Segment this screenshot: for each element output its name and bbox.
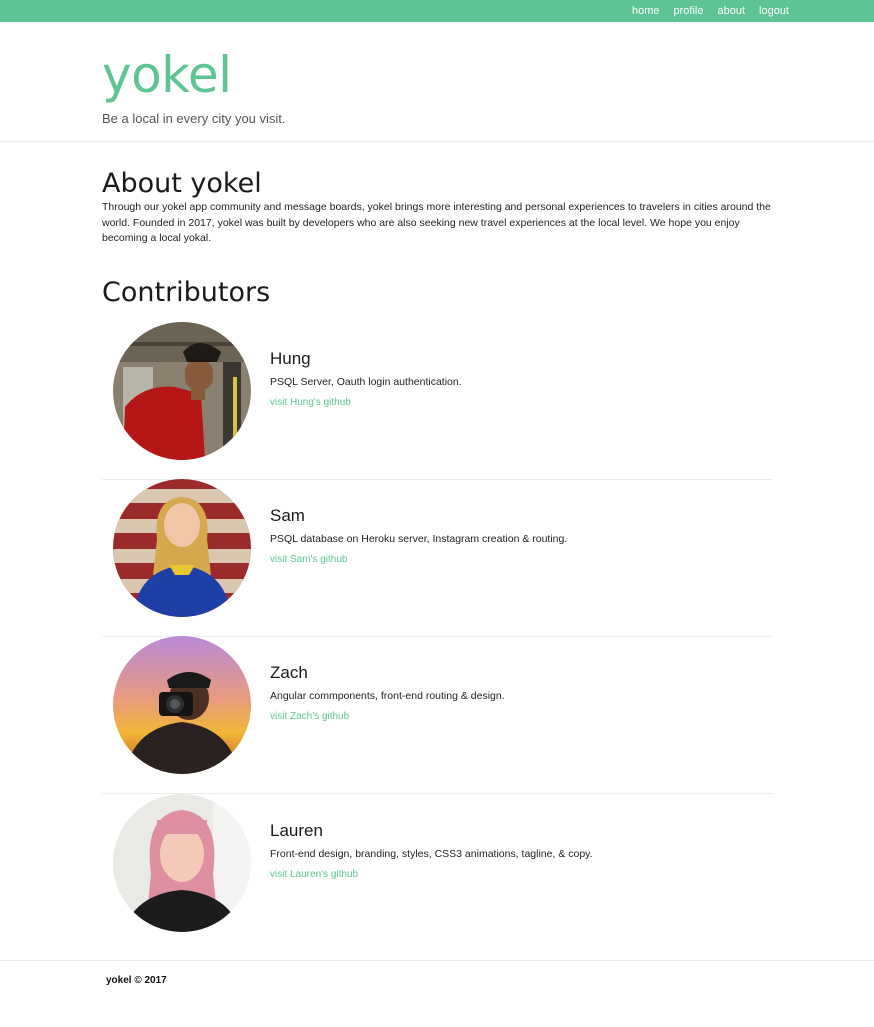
contributor-avatar-lauren [113,794,251,932]
page-footer: yokel © 2017 [0,960,874,1027]
contributor-description: Angular commponents, front-end routing &… [270,690,505,702]
contributor-card-lauren: Lauren Front-end design, branding, style… [102,794,772,951]
contributor-github-link-sam[interactable]: visit Sam's github [270,553,348,567]
nav-home-link[interactable]: home [632,5,660,17]
hero-section: yokel Be a local in every city you visit… [0,22,874,142]
contributors-heading: Contributors [102,277,271,308]
contributor-github-link-zach[interactable]: visit Zach's github [270,710,349,724]
nav-about-link[interactable]: about [717,5,745,17]
top-nav-bar: home profile about logout [0,0,874,22]
about-paragraph: Through our yokel app community and mess… [102,201,771,244]
tagline: Be a local in every city you visit. [102,111,286,126]
contributor-name: Hung [270,349,311,368]
nav-profile-link[interactable]: profile [674,5,704,17]
contributor-name: Zach [270,663,308,682]
about-heading: About yokel [102,168,262,199]
contributor-card-sam: Sam PSQL database on Heroku server, Inst… [102,479,772,637]
contributor-card-zach: Zach Angular commponents, front-end rout… [102,636,772,794]
contributor-avatar-zach [113,636,251,774]
contributor-name: Sam [270,506,305,525]
nav-logout-link[interactable]: logout [759,5,789,17]
contributor-card-hung: Hung PSQL Server, Oauth login authentica… [102,322,772,480]
contributor-avatar-hung [113,322,251,460]
contributor-name: Lauren [270,821,323,840]
contributor-github-link-lauren[interactable]: visit Lauren's github [270,868,358,882]
contributor-avatar-sam [113,479,251,617]
footer-copyright: yokel © 2017 [106,975,167,986]
contributor-description: PSQL Server, Oauth login authentication. [270,376,462,388]
nav-menu: home profile about logout [618,0,789,22]
contributor-description: Front-end design, branding, styles, CSS3… [270,848,593,860]
contributor-github-link-hung[interactable]: visit Hung's github [270,396,351,410]
contributor-description: PSQL database on Heroku server, Instagra… [270,533,568,545]
brand-logo-text: yokel [102,46,232,104]
